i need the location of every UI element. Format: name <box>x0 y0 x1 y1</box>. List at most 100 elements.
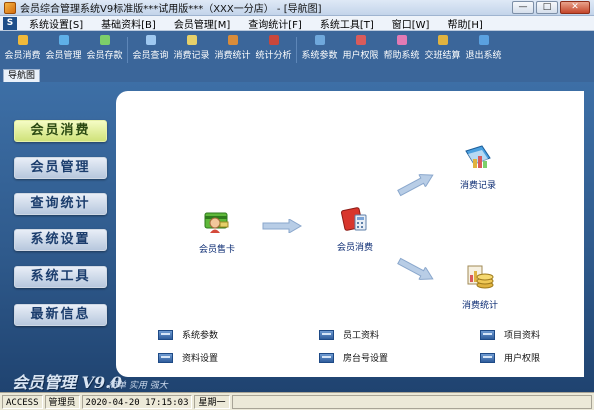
tab-navigation-map[interactable]: 导航图 <box>3 69 41 82</box>
feature-member-consume-label: 会员消费 <box>336 243 373 253</box>
arrow-right-icon <box>262 219 302 233</box>
toolbar-label: 会员消费 <box>4 51 41 61</box>
tab-strip: 导航图 <box>0 68 594 82</box>
nav-member-manage-button[interactable]: 会员管理 <box>14 157 107 179</box>
toolbar-member-deposit-button[interactable]: 会员存款 <box>84 31 125 68</box>
arrow-down-right-icon <box>397 257 434 281</box>
close-button[interactable]: ✕ <box>560 1 590 14</box>
status-weekday: 星期一 <box>194 394 230 409</box>
menu-basic-data[interactable]: 基础资料[B] <box>92 16 165 31</box>
navigation-panel: 会员售卡 会员消费 消费记录 消费统计 系统参数 员工资料 项目资料 资料设置 … <box>116 91 584 377</box>
toolbar-shift-settle-button[interactable]: 交班结算 <box>422 31 463 68</box>
title-bar: 会员综合管理系统V9标准版***试用版***（XXX一分店） - [导航图] —… <box>0 0 594 16</box>
toolbar-user-permission-button[interactable]: 用户权限 <box>340 31 381 68</box>
quicklink-label: 员工资料 <box>343 331 380 341</box>
feature-consume-stats-label: 消费统计 <box>461 301 498 311</box>
shift-settle-icon <box>437 35 448 45</box>
quicklink-room-number-settings[interactable]: 房台号设置 <box>319 351 388 364</box>
toolbar-separator <box>127 37 128 63</box>
window-controls: — □ ✕ <box>512 1 590 14</box>
toolbar-label: 统计分析 <box>255 51 292 61</box>
member-deposit-icon <box>99 35 110 45</box>
feature-consume-stats[interactable]: 消费统计 <box>456 263 504 311</box>
menu-member-manage[interactable]: 会员管理[M] <box>165 16 239 31</box>
quicklink-label: 系统参数 <box>182 331 219 341</box>
quicklink-label: 房台号设置 <box>343 354 389 364</box>
toolbar-member-manage-button[interactable]: 会员管理 <box>43 31 84 68</box>
menu-system-tools[interactable]: 系统工具[T] <box>311 16 383 31</box>
window-icon <box>319 352 334 363</box>
arrow-up-right-icon <box>397 173 434 197</box>
status-database: ACCESS <box>2 394 43 409</box>
toolbar-help-button[interactable]: 帮助系统 <box>381 31 422 68</box>
toolbar-member-search-button[interactable]: 会员查询 <box>130 31 171 68</box>
nav-system-tools-button[interactable]: 系统工具 <box>14 266 107 288</box>
toolbar-label: 用户权限 <box>342 51 379 61</box>
toolbar-label: 消费统计 <box>214 51 251 61</box>
window-icon <box>158 352 173 363</box>
quicklink-label: 用户权限 <box>504 354 541 364</box>
menu-system-settings[interactable]: 系统设置[S] <box>20 16 92 31</box>
window-title: 会员综合管理系统V9标准版***试用版***（XXX一分店） - [导航图] <box>20 4 322 15</box>
coins-chart-icon <box>467 265 494 289</box>
toolbar-exit-button[interactable]: 退出系统 <box>463 31 504 68</box>
main-area: 会员消费 会员管理 查询统计 系统设置 系统工具 最新信息 会员管理 V9.0 … <box>0 82 594 392</box>
toolbar: 会员消费 会员管理 会员存款 会员查询 消费记录 消费统计 统计分析 系统参数 … <box>0 31 594 68</box>
toolbar-separator <box>296 37 297 63</box>
toolbar-consume-stats-button[interactable]: 消费统计 <box>212 31 253 68</box>
nav-query-stats-button[interactable]: 查询统计 <box>14 193 107 215</box>
member-search-icon <box>145 35 156 45</box>
toolbar-member-consume-button[interactable]: 会员消费 <box>2 31 43 68</box>
app-menu-icon[interactable]: S <box>3 16 17 30</box>
quicklink-item-data[interactable]: 项目资料 <box>480 328 540 341</box>
status-user: 管理员 <box>44 394 80 409</box>
status-filler <box>231 394 592 409</box>
toolbar-stats-analysis-button[interactable]: 统计分析 <box>253 31 294 68</box>
toolbar-label: 交班结算 <box>424 51 461 61</box>
toolbar-label: 会员存款 <box>86 51 123 61</box>
user-permission-icon <box>355 35 366 45</box>
toolbar-consume-record-button[interactable]: 消费记录 <box>171 31 212 68</box>
member-card-icon <box>204 212 229 233</box>
quicklink-label: 资料设置 <box>182 354 219 364</box>
quicklink-data-settings[interactable]: 资料设置 <box>158 351 218 364</box>
menu-window[interactable]: 窗口[W] <box>383 16 439 31</box>
quicklink-user-permission[interactable]: 用户权限 <box>480 351 540 364</box>
consume-record-icon <box>186 35 197 45</box>
minimize-button[interactable]: — <box>512 1 534 14</box>
menu-help[interactable]: 帮助[H] <box>438 16 491 31</box>
member-manage-icon <box>58 35 69 45</box>
feature-sell-card[interactable]: 会员售卡 <box>194 207 240 255</box>
toolbar-label: 系统参数 <box>301 51 338 61</box>
help-icon <box>396 35 407 45</box>
maximize-button[interactable]: □ <box>536 1 558 14</box>
menu-query-stats[interactable]: 查询统计[F] <box>239 16 311 31</box>
quicklink-staff-data[interactable]: 员工资料 <box>319 328 379 341</box>
nav-latest-info-button[interactable]: 最新信息 <box>14 304 107 326</box>
toolbar-label: 消费记录 <box>173 51 210 61</box>
record-book-icon <box>465 145 491 168</box>
wallet-calculator-icon <box>340 207 367 231</box>
nav-system-settings-button[interactable]: 系统设置 <box>14 229 107 251</box>
window-icon <box>480 329 495 340</box>
nav-member-consume-button[interactable]: 会员消费 <box>14 120 107 142</box>
toolbar-label: 会员管理 <box>45 51 82 61</box>
quicklink-system-params[interactable]: 系统参数 <box>158 328 218 341</box>
brand-logo: 会员管理 V9.0 <box>12 373 122 392</box>
feature-member-consume[interactable]: 会员消费 <box>332 205 378 253</box>
toolbar-label: 帮助系统 <box>383 51 420 61</box>
consume-stats-icon <box>227 35 238 45</box>
exit-icon <box>478 35 489 45</box>
feature-consume-record-label: 消费记录 <box>459 181 496 191</box>
toolbar-system-params-button[interactable]: 系统参数 <box>299 31 340 68</box>
status-datetime: 2020-04-20 17:15:03 <box>81 394 193 409</box>
feature-sell-card-label: 会员售卡 <box>198 245 235 255</box>
quicklink-label: 项目资料 <box>504 331 541 341</box>
window-icon <box>158 329 173 340</box>
feature-consume-record[interactable]: 消费记录 <box>454 143 502 191</box>
window-icon <box>480 352 495 363</box>
toolbar-label: 退出系统 <box>465 51 502 61</box>
window-icon <box>319 329 334 340</box>
app-icon <box>4 1 16 14</box>
toolbar-label: 会员查询 <box>132 51 169 61</box>
